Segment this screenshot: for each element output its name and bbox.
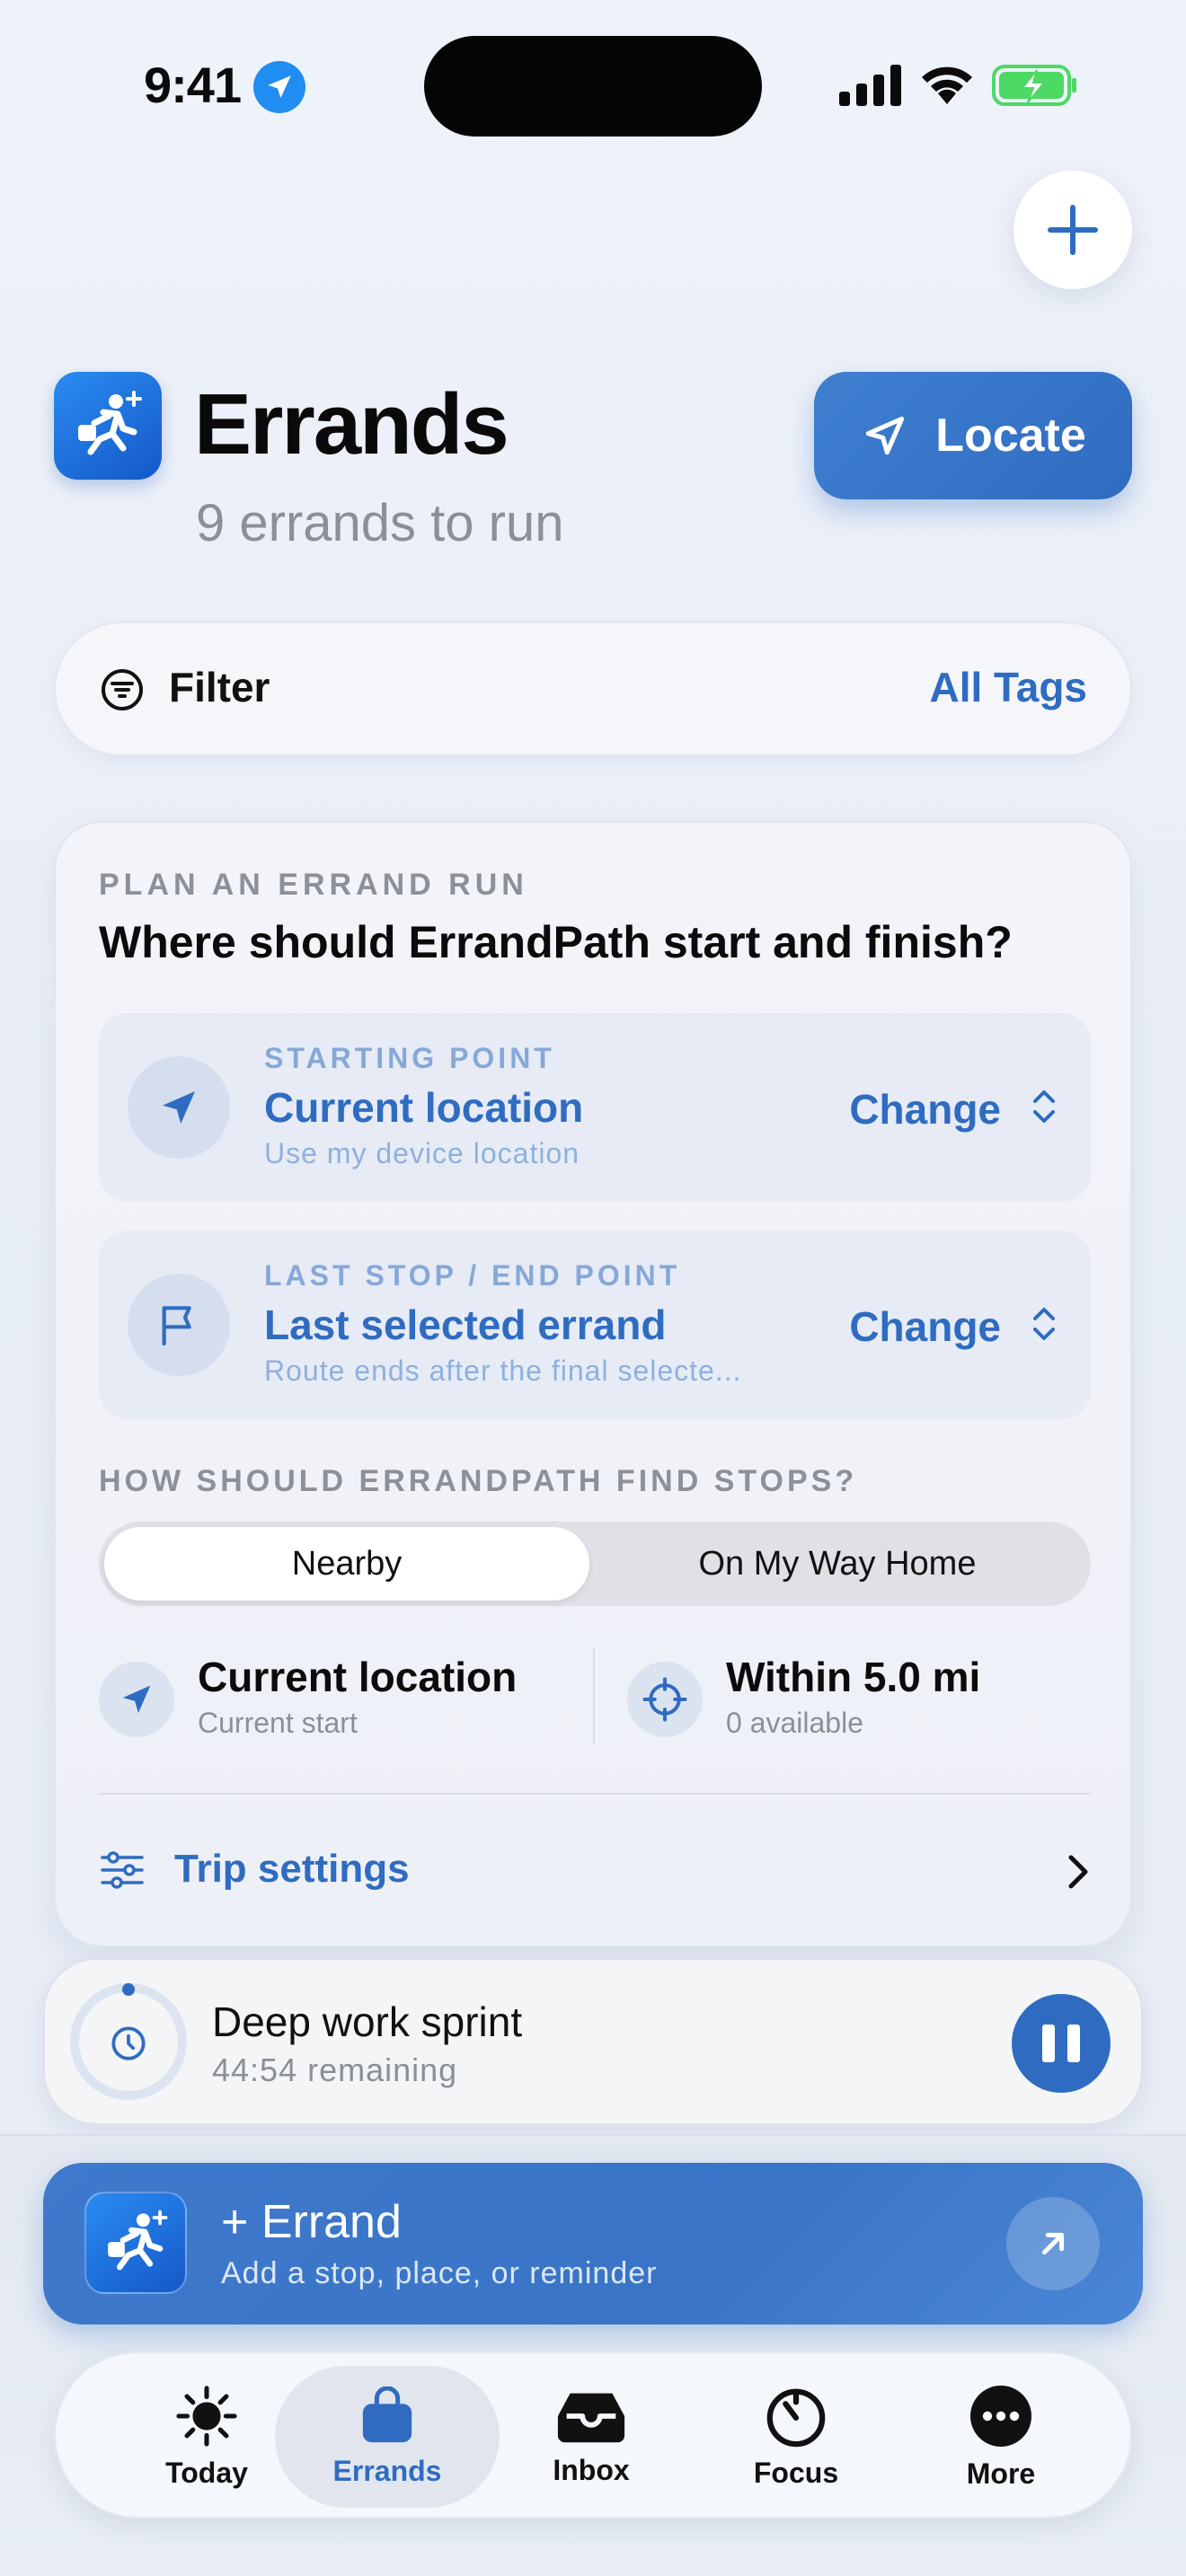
tab-focus[interactable]: Focus <box>694 2353 898 2520</box>
focus-title: Deep work sprint <box>212 1998 523 2045</box>
stop-mode-segmented-control: Nearby On My Way Home <box>99 1522 1091 1606</box>
current-start-label: Current start <box>198 1707 358 1739</box>
locate-label: Locate <box>935 410 1086 462</box>
sun-icon <box>176 2385 237 2447</box>
flag-icon <box>162 1306 191 1346</box>
focus-progress-ring <box>70 1983 187 2100</box>
starting-point-row[interactable]: STARTING POINT Current location Use my d… <box>99 1013 1091 1202</box>
tab-inbox-label: Inbox <box>553 2453 630 2486</box>
location-services-icon <box>253 61 305 113</box>
tab-more-label: More <box>966 2457 1036 2490</box>
trip-settings-row[interactable]: Trip settings <box>99 1820 1091 1919</box>
plus-icon <box>1048 205 1098 255</box>
tab-more[interactable]: More <box>898 2353 1103 2520</box>
battery-charging-icon <box>992 65 1076 106</box>
stats-divider <box>593 1647 595 1744</box>
tab-today-label: Today <box>165 2456 248 2489</box>
filter-bar[interactable]: Filter All Tags <box>54 622 1132 756</box>
radius-value: Within 5.0 mi <box>726 1654 981 1700</box>
page-title: Errands <box>194 376 509 472</box>
plan-errand-card: PLAN AN ERRAND RUN Where should ErrandPa… <box>54 821 1132 1947</box>
starting-point-description: Use my device location <box>264 1137 580 1169</box>
focus-session-pill[interactable]: Deep work sprint 44:54 remaining <box>43 1958 1143 2125</box>
dynamic-island <box>424 36 762 137</box>
change-start-button[interactable]: Change <box>849 1085 1001 1134</box>
starting-point-icon-circle <box>128 1056 230 1159</box>
pause-icon <box>1042 2025 1055 2062</box>
timer-icon <box>111 2026 146 2060</box>
crosshair-icon <box>642 1677 687 1722</box>
focus-progress-dot <box>122 1983 135 1996</box>
starting-point-eyebrow: STARTING POINT <box>264 1042 555 1074</box>
all-tags-button[interactable]: All Tags <box>929 663 1087 711</box>
filter-label: Filter <box>169 664 270 710</box>
end-point-description: Route ends after the final selecte... <box>264 1354 742 1387</box>
card-divider <box>99 1793 1091 1795</box>
app-icon <box>54 372 162 480</box>
running-person-icon <box>108 2210 168 2271</box>
current-start-value: Current location <box>198 1654 518 1700</box>
tab-errands[interactable]: Errands <box>275 2366 500 2508</box>
arrow-up-right-icon <box>1006 2197 1100 2290</box>
add-errand-button[interactable]: + Errand Add a stop, place, or reminder <box>43 2163 1143 2325</box>
wifi-icon <box>922 66 972 104</box>
end-point-row[interactable]: LAST STOP / END POINT Last selected erra… <box>99 1231 1091 1419</box>
chevron-up-down-icon <box>1033 1090 1055 1123</box>
tab-focus-label: Focus <box>753 2456 839 2489</box>
sliders-icon <box>101 1851 144 1889</box>
tab-errands-label: Errands <box>332 2454 442 2487</box>
starting-point-value: Current location <box>264 1084 584 1131</box>
change-end-button[interactable]: Change <box>849 1302 1001 1351</box>
add-errand-subtitle: Add a stop, place, or reminder <box>221 2256 658 2290</box>
end-point-eyebrow: LAST STOP / END POINT <box>264 1259 681 1292</box>
tab-bar: Today Errands Inbox Focus More <box>54 2351 1132 2519</box>
mode-nearby[interactable]: Nearby <box>104 1527 589 1601</box>
chevron-up-down-icon <box>1033 1308 1055 1340</box>
available-count: 0 available <box>726 1707 863 1739</box>
add-button[interactable] <box>1013 171 1132 289</box>
errand-count: 9 errands to run <box>196 494 564 552</box>
add-errand-title: + Errand <box>221 2196 402 2248</box>
cellular-signal-icon <box>839 65 901 106</box>
plan-question: Where should ErrandPath start and finish… <box>99 917 1013 967</box>
plan-eyebrow: PLAN AN ERRAND RUN <box>99 868 528 902</box>
location-arrow-icon <box>163 1091 195 1124</box>
app-icon-small <box>84 2192 187 2294</box>
location-arrow-icon <box>865 416 905 455</box>
more-icon <box>970 2385 1031 2447</box>
pause-button[interactable] <box>1012 1994 1111 2093</box>
filter-icon <box>102 669 143 710</box>
running-person-icon <box>78 391 142 455</box>
end-point-icon-circle <box>128 1274 230 1376</box>
mode-on-my-way-home[interactable]: On My Way Home <box>589 1527 1085 1601</box>
timer-icon <box>766 2388 826 2447</box>
end-point-value: Last selected errand <box>264 1301 667 1348</box>
chevron-right-icon <box>1068 1855 1088 1889</box>
bag-icon <box>362 2386 412 2442</box>
inbox-icon <box>557 2393 625 2442</box>
find-stops-eyebrow: HOW SHOULD ERRANDPATH FIND STOPS? <box>99 1464 858 1498</box>
trip-settings-label: Trip settings <box>174 1847 410 1891</box>
radius-icon-circle <box>627 1662 703 1737</box>
current-start-icon-circle <box>99 1662 174 1737</box>
locate-button[interactable]: Locate <box>814 372 1132 499</box>
location-arrow-icon <box>122 1685 151 1714</box>
focus-remaining: 44:54 remaining <box>212 2051 458 2088</box>
status-time: 9:41 <box>144 57 242 113</box>
tab-inbox[interactable]: Inbox <box>489 2353 694 2520</box>
